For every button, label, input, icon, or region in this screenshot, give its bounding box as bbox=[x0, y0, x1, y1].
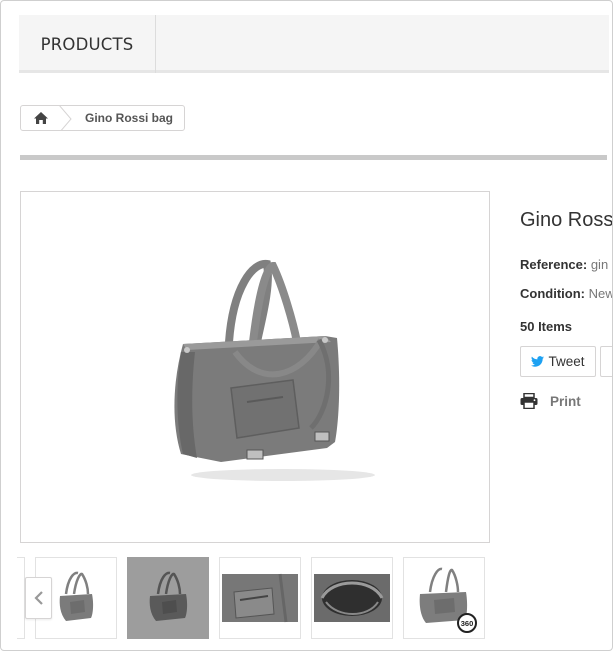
condition-row: Condition: New bbox=[520, 286, 613, 301]
quantity-available: 50 Items bbox=[520, 319, 573, 334]
breadcrumb-separator bbox=[59, 106, 72, 130]
reference-row: Reference: gin bbox=[520, 257, 608, 272]
thumbnail-5[interactable]: 360 bbox=[403, 557, 485, 639]
thumbnail-partial bbox=[17, 557, 25, 639]
reference-value: gin bbox=[590, 257, 609, 272]
thumbnail-4[interactable] bbox=[311, 557, 393, 639]
thumbnail-3[interactable] bbox=[219, 557, 301, 639]
360-badge-text: 360 bbox=[461, 619, 474, 628]
bag-thumbnail-image bbox=[149, 571, 188, 621]
print-link[interactable]: Print bbox=[520, 390, 581, 412]
print-icon bbox=[520, 393, 538, 409]
reference-label: Reference: bbox=[520, 257, 588, 272]
thumbnail-prev-button[interactable] bbox=[25, 577, 52, 619]
top-menu: PRODUCTS bbox=[19, 15, 609, 73]
quantity-row: 50 Items bbox=[520, 319, 572, 334]
bag-pocket-thumbnail-image bbox=[222, 573, 298, 623]
bag-interior-thumbnail-image bbox=[314, 574, 390, 622]
products-menu-tab[interactable]: PRODUCTS bbox=[19, 15, 156, 73]
share-button[interactable] bbox=[600, 346, 612, 377]
360-view-icon: 360 bbox=[457, 613, 477, 633]
condition-value: New bbox=[588, 286, 613, 301]
breadcrumb-current[interactable]: Gino Rossi bag bbox=[85, 106, 173, 130]
chevron-left-icon bbox=[33, 591, 43, 605]
product-title: Gino Rossi bag bbox=[520, 209, 613, 231]
home-icon bbox=[33, 112, 48, 124]
condition-label: Condition: bbox=[520, 286, 585, 301]
bag-image bbox=[174, 259, 375, 481]
tweet-button[interactable]: Tweet bbox=[520, 346, 596, 377]
print-label: Print bbox=[550, 393, 581, 409]
section-divider bbox=[20, 155, 607, 160]
breadcrumb-home[interactable] bbox=[21, 106, 60, 130]
product-page: PRODUCTS Gino Rossi bag Gino Rossi Refer… bbox=[0, 0, 613, 651]
twitter-icon bbox=[531, 356, 545, 367]
product-main-image[interactable] bbox=[20, 191, 490, 543]
thumbnail-2-active[interactable] bbox=[127, 557, 209, 639]
breadcrumb: Gino Rossi bag bbox=[20, 105, 185, 131]
tweet-label: Tweet bbox=[548, 354, 585, 369]
